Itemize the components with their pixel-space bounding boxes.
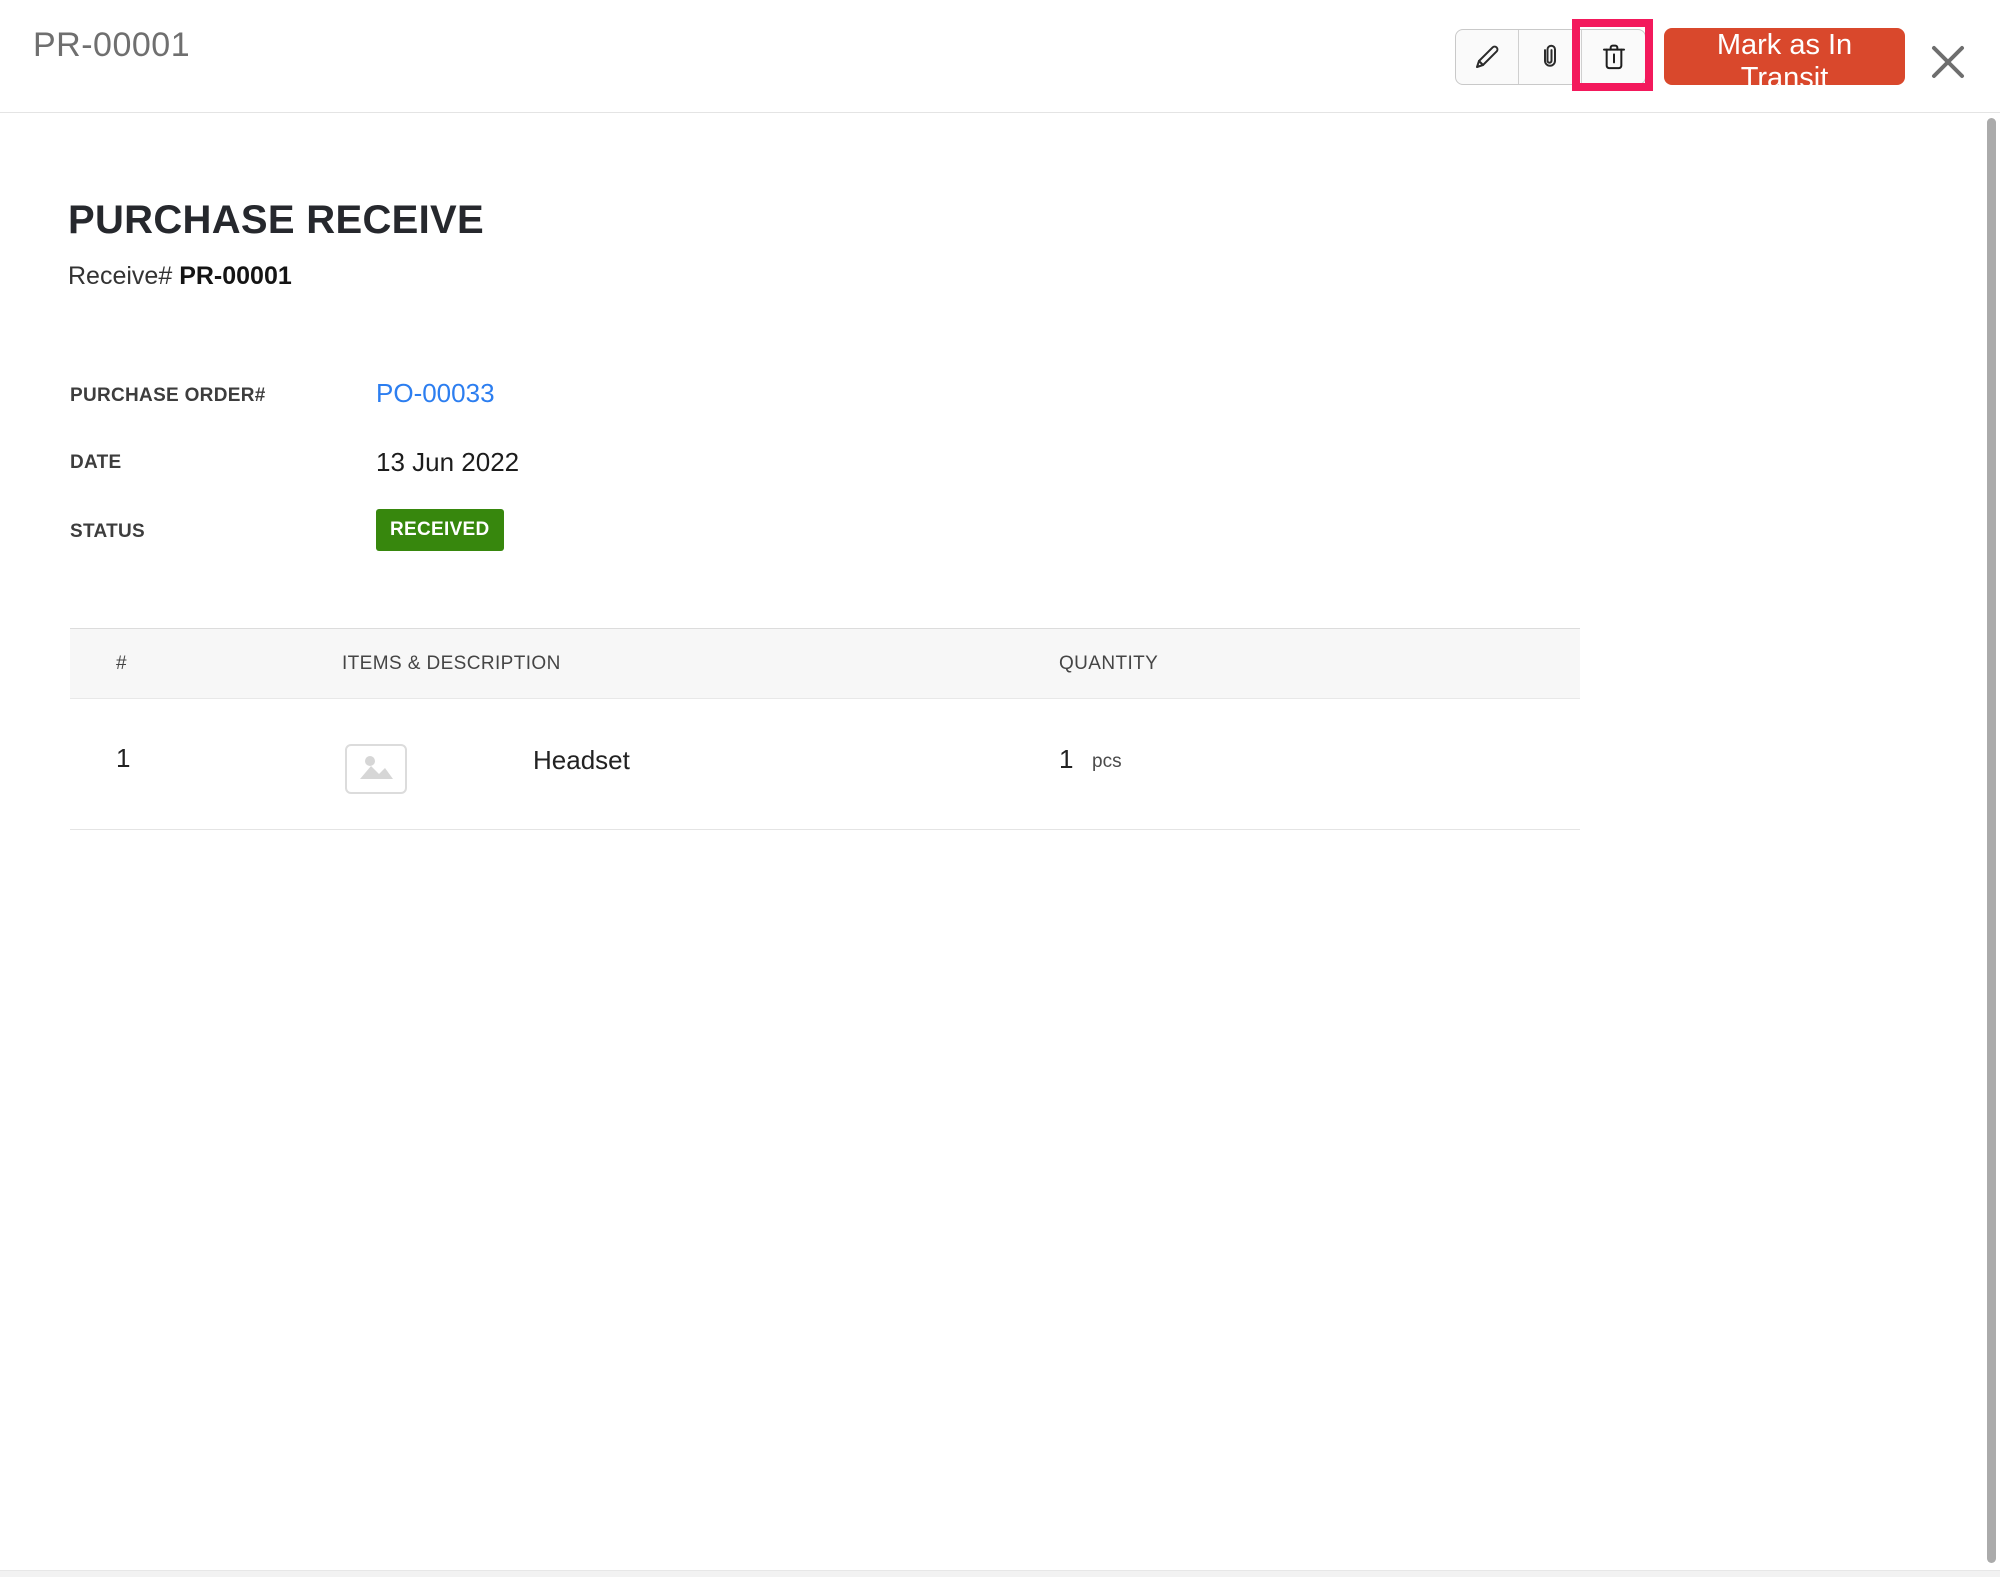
paperclip-icon	[1535, 42, 1565, 72]
column-header-items: ITEMS & DESCRIPTION	[342, 653, 561, 674]
column-header-quantity: QUANTITY	[1059, 653, 1159, 674]
pencil-icon	[1471, 41, 1503, 73]
item-name: Headset	[533, 745, 630, 775]
items-table: # ITEMS & DESCRIPTION QUANTITY 1 Headset…	[70, 628, 1580, 830]
item-image-placeholder	[345, 744, 407, 794]
item-quantity: 1	[1059, 744, 1074, 774]
item-unit: pcs	[1092, 751, 1122, 772]
modal-header: PR-00001 Mark as In Transit	[0, 0, 2000, 113]
attach-button[interactable]	[1519, 30, 1582, 84]
delete-button[interactable]	[1582, 30, 1645, 84]
purchase-order-link[interactable]: PO-00033	[376, 378, 495, 409]
close-button[interactable]	[1926, 40, 1970, 84]
document-heading: PURCHASE RECEIVE	[68, 198, 484, 242]
toolbar-button-group	[1455, 29, 1646, 85]
table-header: # ITEMS & DESCRIPTION QUANTITY	[70, 628, 1580, 699]
mark-as-in-transit-button[interactable]: Mark as In Transit	[1664, 28, 1905, 94]
page-bottom-edge	[0, 1570, 2000, 1577]
receive-label: Receive#	[68, 262, 173, 290]
date-label: DATE	[70, 452, 122, 473]
date-value: 13 Jun 2022	[376, 447, 520, 477]
purchase-receive-modal: PR-00001 Mark as In Transit PURCHASE REC…	[0, 0, 2000, 1577]
page-title: PR-00001	[33, 26, 191, 64]
edit-button[interactable]	[1456, 30, 1519, 84]
image-placeholder-icon	[356, 751, 396, 788]
close-icon	[1926, 46, 1970, 87]
purchase-order-label: PURCHASE ORDER#	[70, 385, 266, 406]
vertical-scrollbar-thumb[interactable]	[1987, 118, 1996, 1563]
status-label: STATUS	[70, 521, 145, 542]
column-header-number: #	[116, 653, 127, 674]
trash-icon	[1598, 41, 1630, 73]
receive-number-line: Receive# PR-00001	[68, 262, 292, 291]
status-badge: RECEIVED	[376, 509, 504, 551]
row-index: 1	[116, 743, 131, 773]
receive-number: PR-00001	[179, 262, 292, 290]
table-row: 1 Headset 1 pcs	[70, 699, 1580, 830]
